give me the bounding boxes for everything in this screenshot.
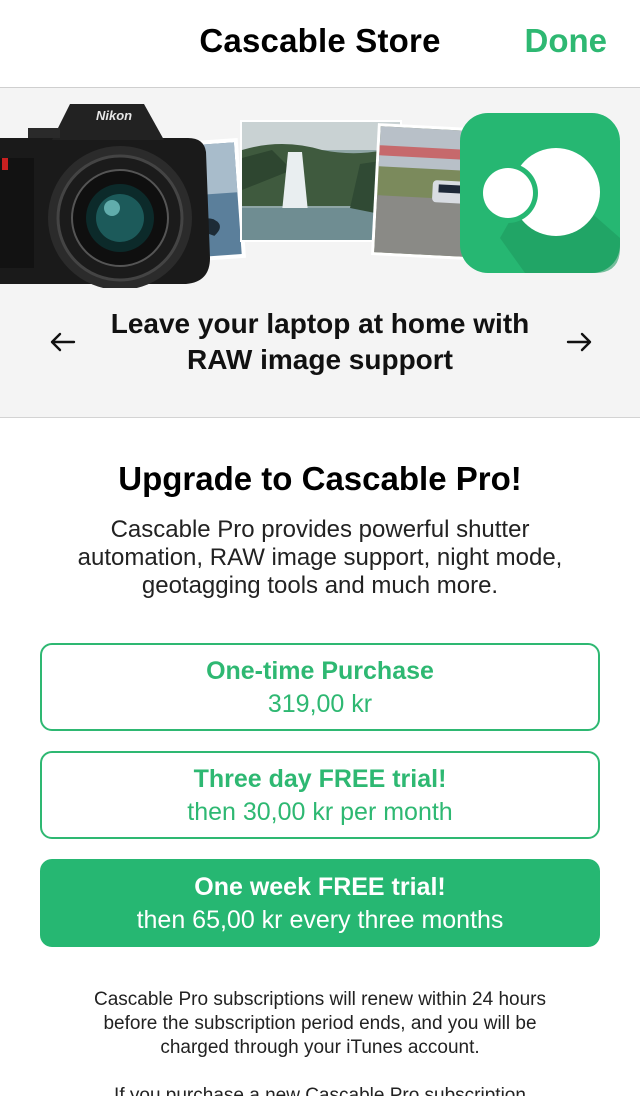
store-screen: Cascable Store Done Nikon Leave your lap…	[0, 0, 640, 1096]
option-price: then 30,00 kr per month	[187, 798, 453, 826]
subscription-legal-text: Cascable Pro subscriptions will renew wi…	[70, 988, 570, 1096]
one-time-purchase-button[interactable]: One-time Purchase 319,00 kr	[40, 643, 600, 731]
done-button[interactable]: Done	[525, 22, 608, 60]
camera-image: Nikon	[0, 104, 210, 288]
option-price: 319,00 kr	[267, 690, 373, 718]
legal-paragraph: If you purchase a new Cascable Pro subsc…	[114, 1085, 526, 1096]
three-day-trial-button[interactable]: Three day FREE trial! then 30,00 kr per …	[40, 751, 600, 839]
option-title: One week FREE trial!	[194, 873, 446, 901]
feature-carousel[interactable]: Nikon Leave your laptop at home with RAW…	[0, 88, 640, 418]
arrow-left-icon[interactable]	[42, 326, 82, 358]
legal-paragraph: Cascable Pro subscriptions will renew wi…	[94, 989, 546, 1058]
option-title: One-time Purchase	[206, 657, 434, 685]
option-title: Three day FREE trial!	[193, 765, 447, 793]
camera-brand-label: Nikon	[96, 108, 132, 123]
race-car-photo	[371, 123, 474, 260]
cascable-app-icon	[460, 113, 620, 273]
hero-illustration: Nikon	[0, 104, 620, 288]
navigation-bar: Cascable Store Done	[0, 0, 640, 88]
arrow-right-icon[interactable]	[560, 326, 600, 358]
carousel-caption: Leave your laptop at home with RAW image…	[110, 308, 530, 375]
upgrade-description: Cascable Pro provides powerful shutter a…	[77, 516, 563, 599]
upgrade-title: Upgrade to Cascable Pro!	[118, 460, 522, 497]
option-price: then 65,00 kr every three months	[136, 906, 504, 934]
one-week-trial-button[interactable]: One week FREE trial! then 65,00 kr every…	[40, 859, 600, 947]
